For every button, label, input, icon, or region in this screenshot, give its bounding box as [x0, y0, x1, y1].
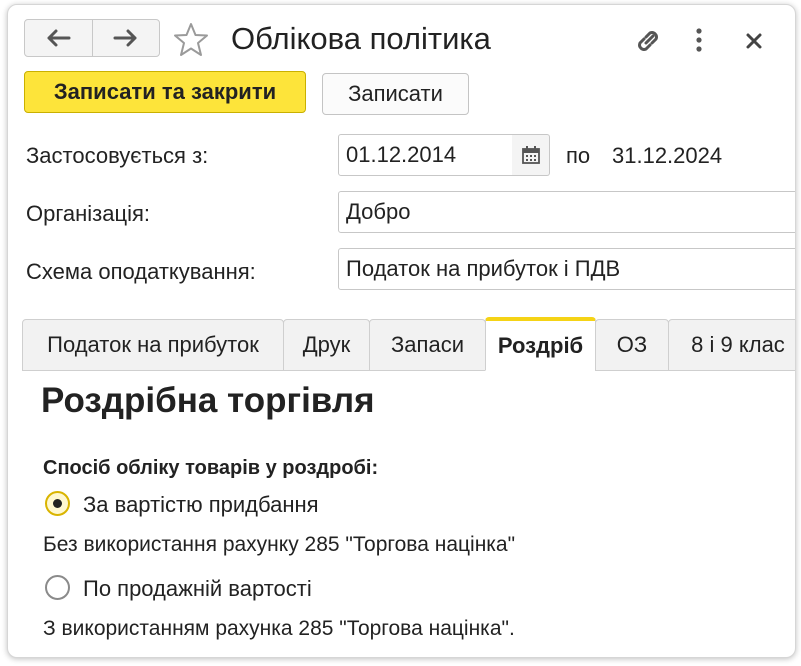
radio-purchase-cost[interactable] — [45, 491, 70, 516]
tab-fixed-assets[interactable]: ОЗ — [595, 319, 669, 371]
tax-scheme-label: Схема оподаткування: — [26, 259, 256, 284]
tax-scheme-field[interactable]: Податок на прибуток і ПДВ — [338, 248, 795, 290]
option-sale-price-label[interactable]: По продажній вартості — [83, 576, 312, 602]
option-purchase-cost-description: Без використання рахунку 285 "Торгова на… — [43, 533, 516, 556]
tab-inventory[interactable]: Запаси — [369, 319, 486, 371]
arrow-left-icon — [47, 29, 71, 47]
tab-class-8-9[interactable]: 8 і 9 клас — [668, 319, 795, 371]
back-button[interactable] — [25, 20, 92, 56]
link-icon[interactable] — [633, 26, 663, 56]
forward-button[interactable] — [91, 20, 160, 56]
organization-label: Організація: — [26, 201, 150, 226]
applies-from-date-field[interactable]: 01.12.2014 — [338, 134, 513, 176]
to-date-value: 31.12.2024 — [612, 143, 723, 168]
calendar-icon — [521, 146, 540, 164]
window-title: Облікова політика — [231, 21, 491, 56]
applies-from-label: Застосовується з: — [26, 143, 209, 168]
radio-sale-price[interactable] — [45, 575, 70, 600]
navigation-buttons — [24, 19, 160, 57]
accounting-method-label: Спосіб обліку товарів у роздробі: — [43, 457, 379, 479]
option-sale-price-description: З використанням рахунка 285 "Торгова нац… — [43, 617, 515, 640]
section-title: Роздрібна торгівля — [41, 381, 375, 420]
tab-bar: Податок на прибуток Друк Запаси Роздріб … — [22, 317, 795, 371]
option-purchase-cost-label[interactable]: За вартістю придбання — [83, 492, 319, 518]
tab-income-tax[interactable]: Податок на прибуток — [22, 319, 284, 371]
tab-print[interactable]: Друк — [283, 319, 370, 371]
form-window: Облікова політика Записати та закрити За… — [7, 4, 796, 658]
tab-retail[interactable]: Роздріб — [485, 317, 596, 371]
more-vertical-icon[interactable] — [691, 25, 707, 55]
save-and-close-button[interactable]: Записати та закрити — [24, 71, 306, 113]
arrow-right-icon — [113, 29, 137, 47]
to-label: по — [566, 143, 591, 168]
star-outline-icon[interactable] — [173, 22, 209, 58]
organization-field[interactable]: Добро — [338, 191, 795, 233]
save-button[interactable]: Записати — [322, 73, 469, 115]
calendar-button[interactable] — [512, 134, 550, 176]
close-icon[interactable] — [742, 25, 766, 55]
